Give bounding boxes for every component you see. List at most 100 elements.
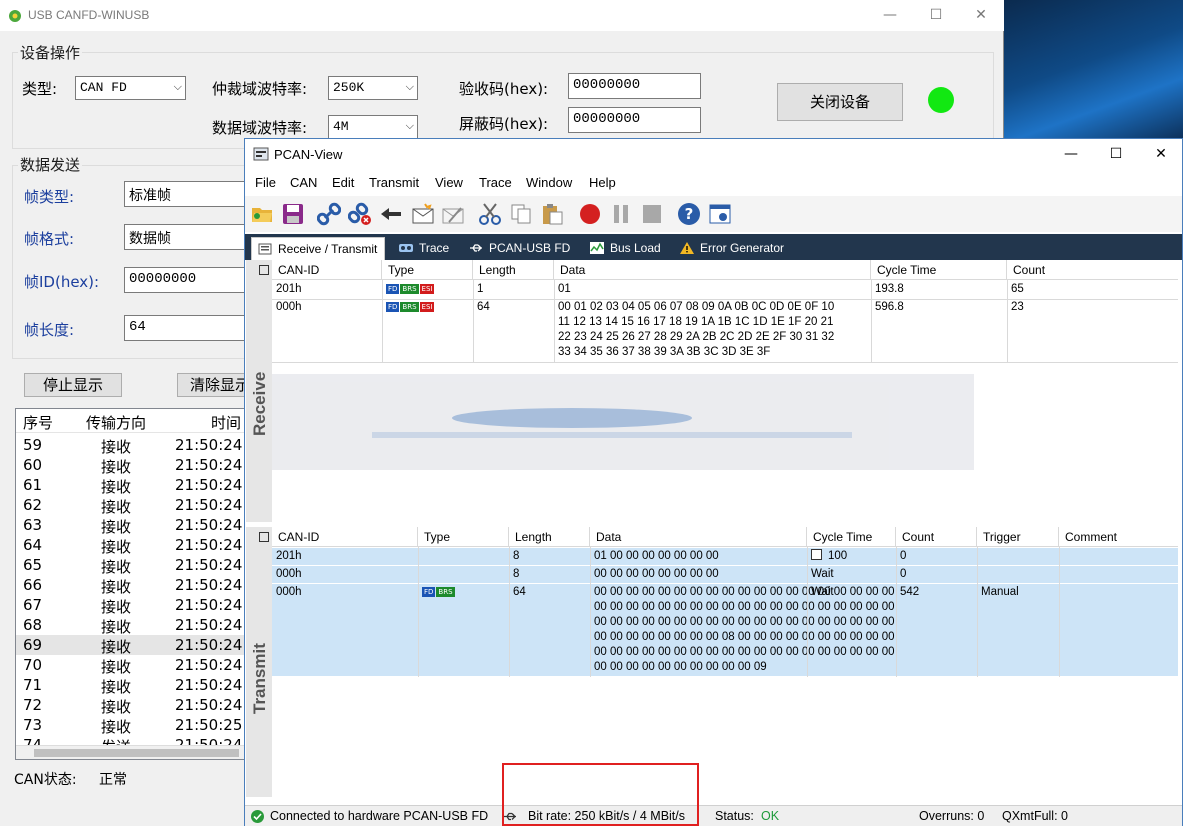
menu-transmit[interactable]: Transmit [369,175,419,190]
minimize-button[interactable]: — [867,0,913,31]
about-icon[interactable] [708,202,732,226]
scrollbar-thumb[interactable] [34,749,239,757]
transmit-col-canid[interactable]: CAN-ID [259,527,418,547]
pcan-close-button[interactable]: ✕ [1138,139,1183,170]
pcan-minimize-button[interactable]: — [1048,139,1094,170]
reset-icon[interactable] [379,202,403,226]
row-direction: 接收 [101,638,132,656]
frame-length-input[interactable]: 64 [124,315,254,341]
list-item[interactable]: 69 接收 21:50:24 [16,635,244,656]
close-device-button[interactable]: 关闭设备 [777,83,903,121]
transmit-col-count[interactable]: Count [896,527,977,547]
list-item[interactable]: 61 接收 21:50:24 [16,475,244,496]
menu-help[interactable]: Help [589,175,616,190]
list-item[interactable]: 67 接收 21:50:24 [16,595,244,616]
record-icon[interactable] [578,202,602,226]
tab-error-generator[interactable]: Error Generator [674,237,790,260]
mask-code-input[interactable]: 00000000 [568,107,701,133]
close-button[interactable]: ✕ [958,0,1004,31]
list-item[interactable]: 62 接收 21:50:24 [16,495,244,516]
transmit-col-trigger[interactable]: Trigger [977,527,1059,547]
list-item[interactable]: 68 接收 21:50:24 [16,615,244,636]
window-titlebar: USB CANFD-WINUSB — ☐ ✕ [0,0,1004,31]
list-item[interactable]: 59 接收 21:50:24 [16,435,244,456]
cycle-checkbox[interactable] [811,549,822,560]
list-item[interactable]: 71 接收 21:50:24 [16,675,244,696]
menu-file[interactable]: File [255,175,276,190]
transmit-col-comment[interactable]: Comment [1059,527,1178,547]
flag-badge-brs: BRS [436,587,455,597]
row-direction: 接收 [101,578,132,596]
open-folder-icon[interactable] [250,202,274,226]
pcan-title: PCAN-View [274,147,343,162]
paste-icon[interactable] [540,202,564,226]
tx-data-line: 00 00 00 00 00 00 00 00 08 00 00 00 00 0… [594,631,895,643]
frame-id-input[interactable]: 00000000 [124,267,254,293]
receive-col-type[interactable]: Type [382,260,473,280]
data-rate-select[interactable]: 4M ⌵ [328,115,418,139]
list-item[interactable]: 64 接收 21:50:24 [16,535,244,556]
tx-length: 64 [513,586,526,598]
transmit-pane[interactable]: CAN-ID Type Length Data Cycle Time Count… [259,527,1178,797]
pcan-maximize-button[interactable]: ☐ [1093,139,1139,170]
message-list[interactable]: 序号 传输方向 时间 59 接收 21:50:24 60 接收 21:50:24 61 接收 2… [15,408,245,760]
bus-load-icon [590,242,604,254]
pause-icon[interactable] [609,202,633,226]
save-icon[interactable] [281,202,305,226]
maximize-button[interactable]: ☐ [913,0,959,31]
status-label: Status: [715,809,754,823]
transmit-col-cycle[interactable]: Cycle Time [807,527,896,547]
usb-icon [470,244,482,252]
tab-receive-transmit[interactable]: Receive / Transmit [251,237,385,260]
new-message-icon[interactable] [411,202,435,226]
pcan-titlebar: PCAN-View — ☐ ✕ [245,139,1182,170]
list-item[interactable]: 72 接收 21:50:24 [16,695,244,716]
list-item[interactable]: 60 接收 21:50:24 [16,455,244,476]
tab-trace[interactable]: Trace [393,237,455,260]
horizontal-scrollbar[interactable] [16,745,244,759]
cut-icon[interactable] [478,202,502,226]
transmit-col-length[interactable]: Length [509,527,590,547]
row-number: 68 [23,616,43,634]
menu-trace[interactable]: Trace [479,175,512,190]
type-select[interactable]: CAN FD ⌵ [75,76,186,100]
frame-format-select[interactable]: 数据帧 [124,224,254,250]
list-item[interactable]: 63 接收 21:50:24 [16,515,244,536]
transmit-col-data[interactable]: Data [590,527,807,547]
disconnect-icon[interactable] [348,202,372,226]
menu-view[interactable]: View [435,175,463,190]
transmit-row[interactable] [272,548,1178,566]
data-rate-label: 数据域波特率: [212,119,308,137]
receive-col-length[interactable]: Length [473,260,554,280]
edit-message-icon[interactable] [441,202,465,226]
list-item[interactable]: 70 接收 21:50:24 [16,655,244,676]
receive-col-canid[interactable]: CAN-ID [259,260,382,280]
menu-can[interactable]: CAN [290,175,317,190]
column-divider [896,547,897,677]
stop-icon[interactable] [640,202,664,226]
frame-id-label: 帧ID(hex): [24,273,100,291]
stop-display-button[interactable]: 停止显示 [24,373,122,397]
copy-icon[interactable] [509,202,533,226]
menu-edit[interactable]: Edit [332,175,354,190]
transmit-row[interactable] [272,566,1178,584]
arb-rate-select[interactable]: 250K ⌵ [328,76,418,100]
list-item[interactable]: 66 接收 21:50:24 [16,575,244,596]
menu-window[interactable]: Window [526,175,572,190]
column-divider [509,547,510,677]
transmit-col-type[interactable]: Type [418,527,509,547]
receive-col-data[interactable]: Data [554,260,871,280]
list-item[interactable]: 65 接收 21:50:24 [16,555,244,576]
tab-bus-load[interactable]: Bus Load [584,237,667,260]
accept-code-input[interactable]: 00000000 [568,73,701,99]
frame-type-select[interactable]: 标准帧 [124,181,254,207]
list-item[interactable]: 73 接收 21:50:25 [16,715,244,736]
tx-data-line: 00 00 00 00 00 00 00 00 00 00 00 00 00 0… [594,601,895,613]
tab-pcan-usb-fd[interactable]: PCAN-USB FD [463,237,576,260]
send-group-title: 数据发送 [18,154,83,175]
receive-col-cycle[interactable]: Cycle Time [871,260,1007,280]
tx-count: 0 [900,568,907,580]
connect-icon[interactable] [317,202,341,226]
receive-col-count[interactable]: Count [1007,260,1178,280]
help-icon[interactable]: ? [677,202,701,226]
